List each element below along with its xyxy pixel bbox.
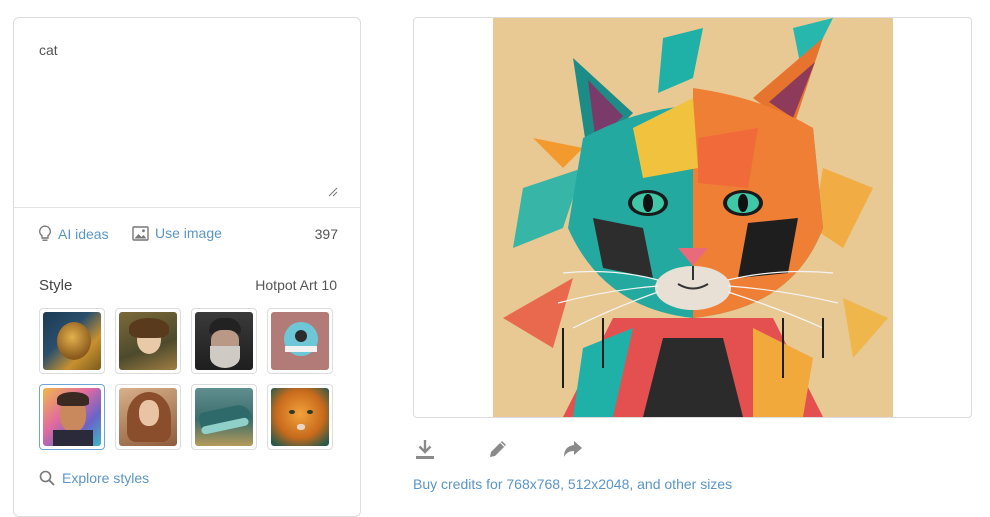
search-icon — [39, 470, 55, 486]
use-image-label[interactable]: Use image — [155, 225, 222, 241]
style-header: Style Hotpot Art 10 — [39, 277, 337, 294]
download-icon[interactable] — [413, 437, 437, 461]
share-icon[interactable] — [561, 437, 585, 461]
use-image-button[interactable]: Use image — [132, 225, 222, 241]
selected-style-name: Hotpot Art 10 — [255, 277, 337, 293]
image-actions — [413, 437, 613, 463]
resize-handle-icon[interactable] — [328, 187, 338, 197]
ai-ideas-label[interactable]: AI ideas — [58, 226, 109, 242]
explore-styles-link[interactable]: Explore styles — [39, 470, 149, 486]
edit-icon[interactable] — [486, 437, 510, 461]
prompt-tools-row: AI ideas Use image 397 — [38, 225, 338, 245]
style-thumb-crocodile[interactable] — [191, 384, 257, 450]
explore-styles-label[interactable]: Explore styles — [62, 470, 149, 486]
image-icon — [132, 225, 149, 241]
style-thumb-tiger[interactable] — [267, 384, 333, 450]
buy-credits-link[interactable]: Buy credits for 768x768, 512x2048, and o… — [413, 476, 732, 492]
generated-cat-image[interactable] — [493, 18, 893, 417]
prompt-textarea[interactable]: cat — [14, 18, 360, 208]
generator-panel: cat AI ideas Use image 397 Style Hotpot … — [13, 17, 361, 517]
ai-ideas-button[interactable]: AI ideas — [38, 225, 109, 242]
style-thumb-pop-art-portrait[interactable] — [39, 384, 105, 450]
style-thumb-anime-girl[interactable] — [115, 308, 181, 374]
style-label: Style — [39, 277, 73, 294]
character-count: 397 — [314, 226, 338, 242]
style-thumb-bearded-man[interactable] — [191, 308, 257, 374]
style-thumb-flat-illustration[interactable] — [267, 308, 333, 374]
style-thumb-fantasy-woman[interactable] — [115, 384, 181, 450]
lightbulb-icon — [39, 225, 51, 241]
style-thumb-lion[interactable] — [39, 308, 105, 374]
result-image-frame — [413, 17, 972, 418]
prompt-text[interactable]: cat — [39, 42, 58, 58]
